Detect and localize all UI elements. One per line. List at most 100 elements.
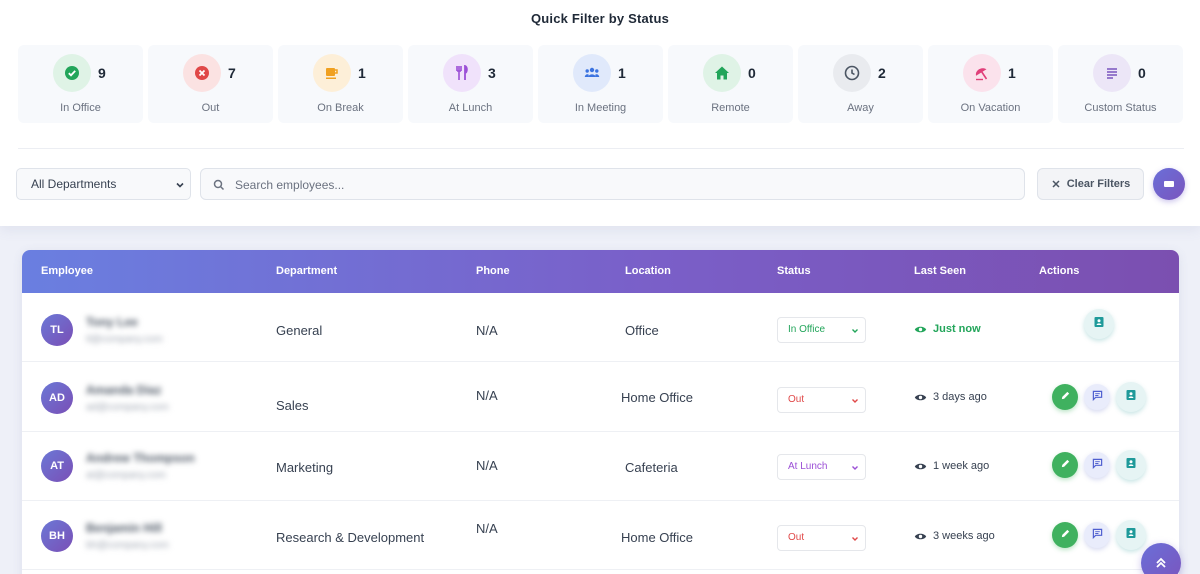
header-last-seen: Last Seen bbox=[914, 265, 966, 277]
status-select[interactable]: At Lunch bbox=[777, 454, 866, 480]
status-count: 0 bbox=[748, 65, 756, 81]
view-profile-button[interactable] bbox=[1116, 450, 1146, 480]
employee-email: tl@company.com bbox=[86, 334, 163, 345]
avatar: TL bbox=[41, 314, 73, 346]
status-card-out[interactable]: 7 Out bbox=[148, 45, 273, 123]
edit-button[interactable] bbox=[1052, 384, 1078, 410]
last-seen-text: 3 weeks ago bbox=[933, 530, 995, 542]
contact-card-icon bbox=[1125, 388, 1137, 406]
view-profile-button[interactable] bbox=[1084, 309, 1114, 339]
header-location: Location bbox=[625, 265, 671, 277]
chevron-down-icon bbox=[852, 399, 858, 403]
chevron-down-icon bbox=[176, 182, 184, 188]
status-label: Away bbox=[847, 102, 874, 114]
edit-button[interactable] bbox=[1052, 522, 1078, 548]
eye-icon bbox=[914, 326, 927, 332]
status-select-value: At Lunch bbox=[788, 461, 828, 472]
check-circle-icon bbox=[53, 54, 91, 92]
status-card-at-lunch[interactable]: 3 At Lunch bbox=[408, 45, 533, 123]
employee-name: Tony Lee bbox=[86, 315, 138, 329]
last-seen: 3 weeks ago bbox=[914, 530, 995, 542]
chevron-down-icon bbox=[852, 329, 858, 333]
status-card-on-break[interactable]: 1 On Break bbox=[278, 45, 403, 123]
status-count: 3 bbox=[488, 65, 496, 81]
location-cell: Office bbox=[625, 323, 659, 338]
employee-name: Andrew Thompson bbox=[86, 451, 195, 465]
header-department: Department bbox=[276, 265, 338, 277]
location-cell: Home Office bbox=[621, 390, 694, 405]
last-seen-text: Just now bbox=[933, 323, 981, 335]
status-label: Custom Status bbox=[1084, 102, 1157, 114]
status-label: Out bbox=[201, 102, 220, 114]
coffee-icon bbox=[313, 54, 351, 92]
message-button[interactable] bbox=[1084, 522, 1110, 548]
pencil-icon bbox=[1060, 526, 1071, 544]
last-seen: 3 days ago bbox=[914, 391, 987, 403]
umbrella-icon bbox=[963, 54, 1001, 92]
last-seen-text: 3 days ago bbox=[933, 391, 987, 403]
header-status: Status bbox=[777, 265, 811, 277]
view-toggle-button[interactable] bbox=[1153, 168, 1185, 200]
view-profile-button[interactable] bbox=[1116, 382, 1146, 412]
status-count: 2 bbox=[878, 65, 886, 81]
close-icon bbox=[1052, 180, 1060, 188]
view-profile-button[interactable] bbox=[1116, 520, 1146, 550]
department-cell: Research & Development bbox=[276, 530, 425, 545]
status-select-value: Out bbox=[788, 532, 805, 543]
status-count: 0 bbox=[1138, 65, 1146, 81]
message-icon bbox=[1092, 526, 1103, 544]
eye-icon bbox=[914, 394, 927, 400]
department-cell: General bbox=[276, 323, 323, 338]
x-circle-icon bbox=[183, 54, 221, 92]
status-select[interactable]: Out bbox=[777, 525, 866, 551]
eye-icon bbox=[914, 533, 927, 539]
divider bbox=[18, 148, 1184, 149]
chevron-down-icon bbox=[852, 537, 858, 541]
edit-button[interactable] bbox=[1052, 452, 1078, 478]
status-label: On Break bbox=[317, 102, 364, 114]
quick-filter-panel: Quick Filter by Status 9 In Office 7 Out 1 On… bbox=[0, 0, 1200, 226]
contact-card-icon bbox=[1125, 456, 1137, 474]
table-row: AT Andrew Thompson at@company.com Marketing… bbox=[22, 432, 1179, 501]
last-seen: Just now bbox=[914, 323, 981, 335]
table-row: AD Amanda Diaz ad@company.com Sales N/A Home … bbox=[22, 363, 1179, 432]
avatar: AD bbox=[41, 382, 73, 414]
status-card-in-office[interactable]: 9 In Office bbox=[18, 45, 143, 123]
avatar: BH bbox=[41, 520, 73, 552]
employee-name: Amanda Diaz bbox=[86, 383, 162, 397]
search-box[interactable] bbox=[200, 168, 1025, 200]
message-button[interactable] bbox=[1084, 452, 1110, 478]
status-count: 7 bbox=[228, 65, 236, 81]
users-icon bbox=[573, 54, 611, 92]
avatar: AT bbox=[41, 450, 73, 482]
employees-table: Employee Department Phone Location Statu… bbox=[22, 250, 1179, 574]
search-icon bbox=[213, 179, 225, 191]
status-card-on-vacation[interactable]: 1 On Vacation bbox=[928, 45, 1053, 123]
department-select[interactable]: All Departments bbox=[16, 168, 191, 200]
department-cell: Sales bbox=[276, 398, 309, 413]
status-label: In Meeting bbox=[574, 102, 627, 114]
status-card-remote[interactable]: 0 Remote bbox=[668, 45, 793, 123]
status-card-custom-status[interactable]: 0 Custom Status bbox=[1058, 45, 1183, 123]
clear-filters-label: Clear Filters bbox=[1066, 178, 1131, 190]
status-card-in-meeting[interactable]: 1 In Meeting bbox=[538, 45, 663, 123]
status-count: 1 bbox=[1008, 65, 1016, 81]
message-button[interactable] bbox=[1084, 384, 1110, 410]
header-employee: Employee bbox=[41, 265, 93, 277]
search-input[interactable] bbox=[235, 176, 995, 194]
phone-cell: N/A bbox=[476, 521, 498, 536]
home-icon bbox=[703, 54, 741, 92]
status-label: On Vacation bbox=[960, 102, 1021, 114]
last-seen-text: 1 week ago bbox=[933, 460, 990, 472]
clock-icon bbox=[833, 54, 871, 92]
contact-card-icon bbox=[1125, 526, 1137, 544]
status-card-away[interactable]: 2 Away bbox=[798, 45, 923, 123]
phone-cell: N/A bbox=[476, 323, 498, 338]
status-count: 1 bbox=[618, 65, 626, 81]
status-cards: 9 In Office 7 Out 1 On Break 3 At Lunch 1 In Meet… bbox=[18, 45, 1183, 123]
status-select[interactable]: In Office bbox=[777, 317, 866, 343]
clear-filters-button[interactable]: Clear Filters bbox=[1037, 168, 1144, 200]
status-select[interactable]: Out bbox=[777, 387, 866, 413]
pencil-icon bbox=[1060, 456, 1071, 474]
status-select-value: Out bbox=[788, 394, 805, 405]
